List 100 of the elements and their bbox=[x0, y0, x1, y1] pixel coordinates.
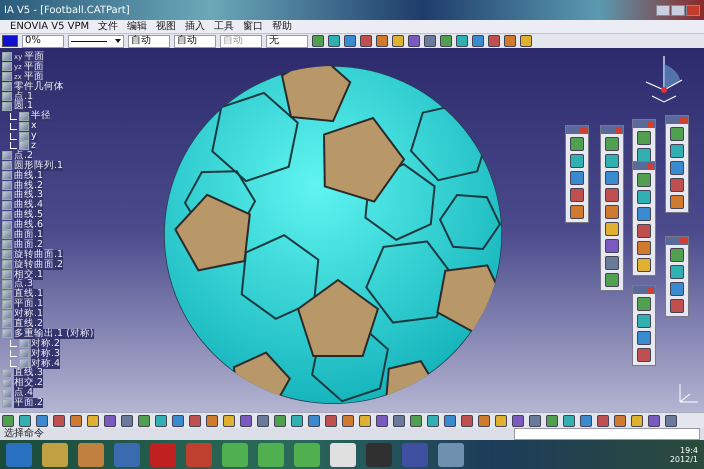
tree-item[interactable]: 平面.2 bbox=[14, 398, 44, 408]
tool-icon[interactable] bbox=[495, 414, 507, 426]
tool-icon[interactable] bbox=[376, 35, 388, 47]
tool-icon[interactable] bbox=[104, 414, 116, 426]
tree-item[interactable]: 曲面.1 bbox=[14, 230, 44, 240]
tree-item[interactable]: 直线.2 bbox=[14, 319, 44, 329]
tool-icon[interactable] bbox=[53, 414, 65, 426]
tool-icon[interactable] bbox=[637, 190, 651, 204]
menu-item[interactable]: 编辑 bbox=[127, 20, 148, 32]
tool-icon[interactable] bbox=[223, 414, 235, 426]
tree-item[interactable]: z bbox=[31, 140, 36, 151]
tool-icon[interactable] bbox=[328, 35, 340, 47]
tool-icon[interactable] bbox=[359, 414, 371, 426]
tree-item[interactable]: y bbox=[31, 131, 37, 142]
tree-item[interactable]: 平面 bbox=[24, 52, 44, 62]
menu-item[interactable]: 帮助 bbox=[272, 20, 292, 32]
tool-icon[interactable] bbox=[19, 414, 31, 426]
menu-item[interactable]: 视图 bbox=[156, 20, 176, 32]
taskbar-app-icon[interactable] bbox=[78, 442, 104, 466]
tool-icon[interactable] bbox=[172, 414, 184, 426]
tool-icon[interactable] bbox=[189, 414, 201, 426]
tool-icon[interactable] bbox=[312, 35, 324, 47]
tool-icon[interactable] bbox=[670, 265, 684, 279]
tree-item[interactable]: 平面 bbox=[24, 62, 44, 72]
tool-icon[interactable] bbox=[520, 35, 532, 47]
tool-icon[interactable] bbox=[605, 222, 619, 236]
tree-item[interactable]: 曲面.2 bbox=[14, 240, 44, 250]
tool-icon[interactable] bbox=[342, 414, 354, 426]
tree-item[interactable]: 相交.1 bbox=[14, 270, 44, 280]
maximize-button[interactable] bbox=[671, 4, 685, 16]
format-dropdown[interactable]: 自动 bbox=[128, 34, 170, 48]
tool-icon[interactable] bbox=[376, 414, 388, 426]
tool-icon[interactable] bbox=[155, 414, 167, 426]
menu-item[interactable]: 插入 bbox=[185, 20, 206, 32]
tree-item[interactable]: 点.2 bbox=[14, 150, 34, 161]
tree-item[interactable]: 平面 bbox=[24, 72, 44, 82]
tool-icon[interactable] bbox=[529, 414, 541, 426]
tool-icon[interactable] bbox=[648, 414, 660, 426]
tree-item[interactable]: 圆.1 bbox=[14, 101, 34, 112]
format-dropdown[interactable]: 无 bbox=[266, 34, 308, 48]
command-input[interactable] bbox=[514, 428, 700, 440]
tool-icon[interactable] bbox=[393, 414, 405, 426]
tree-item[interactable]: 曲线.5 bbox=[14, 210, 44, 220]
tree-item[interactable]: 旋转曲面.2 bbox=[14, 260, 64, 270]
tool-icon[interactable] bbox=[512, 414, 524, 426]
tool-icon[interactable] bbox=[360, 35, 372, 47]
tool-icon[interactable] bbox=[631, 414, 643, 426]
tree-item[interactable]: 直线.1 bbox=[14, 289, 44, 300]
tool-icon[interactable] bbox=[291, 414, 303, 426]
tree-item[interactable]: 对称.3 bbox=[31, 348, 60, 359]
tool-icon[interactable] bbox=[70, 414, 82, 426]
tool-icon[interactable] bbox=[637, 148, 651, 162]
tool-icon[interactable] bbox=[614, 414, 626, 426]
tree-item[interactable]: x bbox=[31, 121, 37, 132]
tree-item[interactable]: 旋转曲面.1 bbox=[14, 250, 64, 260]
tool-icon[interactable] bbox=[121, 414, 133, 426]
tree-item[interactable]: 曲线.4 bbox=[14, 200, 44, 210]
tree-item[interactable]: 曲线.3 bbox=[14, 190, 44, 200]
taskbar-app-icon[interactable] bbox=[258, 442, 284, 466]
tree-item[interactable]: 点.1 bbox=[14, 92, 34, 102]
tool-icon[interactable] bbox=[424, 35, 436, 47]
tree-item[interactable]: 平面.1 bbox=[14, 299, 44, 310]
tool-icon[interactable] bbox=[274, 414, 286, 426]
tree-item[interactable]: 点.3 bbox=[14, 279, 34, 290]
taskbar-app-icon[interactable] bbox=[330, 442, 356, 466]
tree-item[interactable]: 对称.2 bbox=[31, 338, 60, 349]
tree-item[interactable]: 对称.4 bbox=[31, 358, 60, 369]
tool-icon[interactable] bbox=[570, 154, 584, 168]
taskbar-app-icon[interactable] bbox=[438, 442, 464, 466]
tool-icon[interactable] bbox=[478, 414, 490, 426]
menu-item[interactable]: 工具 bbox=[214, 20, 234, 32]
tool-icon[interactable] bbox=[637, 314, 651, 328]
color-swatch[interactable] bbox=[2, 35, 18, 47]
tool-icon[interactable] bbox=[410, 414, 422, 426]
tree-item[interactable]: 曲线.1 bbox=[14, 170, 44, 181]
tool-icon[interactable] bbox=[36, 414, 48, 426]
tree-item[interactable]: 半径 bbox=[31, 111, 51, 122]
close-button[interactable] bbox=[686, 4, 700, 16]
menu-item[interactable]: 文件 bbox=[98, 20, 118, 32]
minimize-button[interactable] bbox=[656, 4, 670, 16]
tree-item[interactable]: 零件几何体 bbox=[14, 82, 64, 92]
tool-icon[interactable] bbox=[344, 35, 356, 47]
tool-icon[interactable] bbox=[670, 144, 684, 158]
format-dropdown[interactable]: 0% bbox=[22, 34, 64, 48]
tool-icon[interactable] bbox=[408, 35, 420, 47]
menu-item[interactable]: ENOVIA V5 VPM bbox=[10, 20, 90, 32]
tool-icon[interactable] bbox=[240, 414, 252, 426]
taskbar-app-icon[interactable] bbox=[222, 442, 248, 466]
tree-item[interactable]: 圆形阵列.1 bbox=[14, 160, 64, 171]
tool-icon[interactable] bbox=[546, 414, 558, 426]
tree-item[interactable]: 点.4 bbox=[14, 388, 34, 398]
tool-icon[interactable] bbox=[138, 414, 150, 426]
tree-item[interactable]: 相交.2 bbox=[14, 378, 44, 388]
taskbar-app-icon[interactable] bbox=[294, 442, 320, 466]
tool-icon[interactable] bbox=[665, 414, 677, 426]
tool-icon[interactable] bbox=[87, 414, 99, 426]
tool-icon[interactable] bbox=[580, 414, 592, 426]
tool-icon[interactable] bbox=[488, 35, 500, 47]
tool-icon[interactable] bbox=[308, 414, 320, 426]
tool-icon[interactable] bbox=[325, 414, 337, 426]
